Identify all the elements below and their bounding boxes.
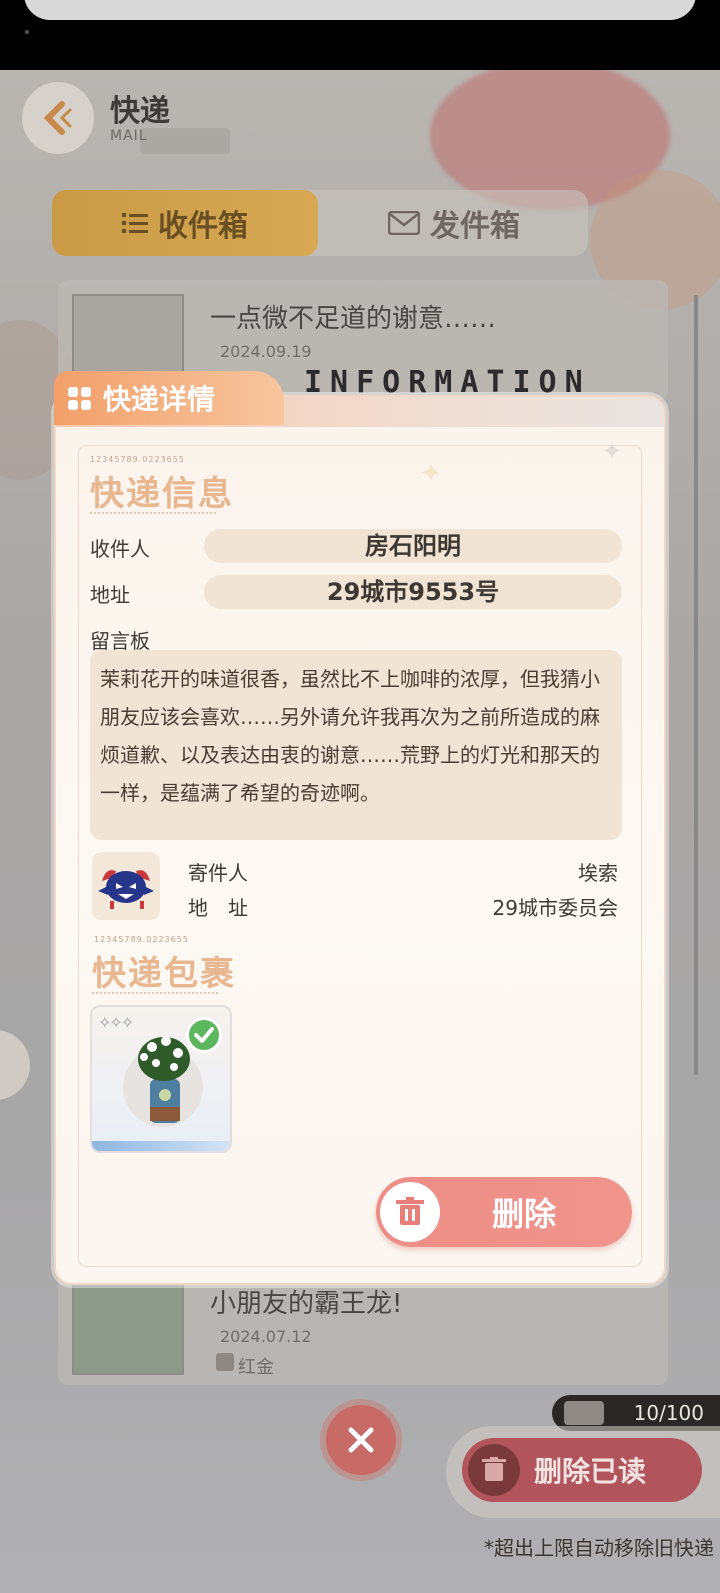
close-icon bbox=[348, 1427, 374, 1453]
delete-label: 删除 bbox=[492, 1195, 557, 1233]
recipient-value: 房石阳明 bbox=[204, 529, 622, 563]
subtitle-decor bbox=[140, 128, 230, 154]
trash-icon bbox=[380, 1182, 440, 1242]
package-section-title: 快递包裹 bbox=[92, 954, 236, 994]
tab-outbox[interactable]: 发件箱 bbox=[320, 190, 588, 256]
mailbox-icon bbox=[564, 1401, 604, 1425]
status-dot bbox=[25, 30, 29, 34]
tab-outbox-label: 发件箱 bbox=[430, 209, 520, 244]
mail-title: 小朋友的霸王龙! bbox=[210, 1289, 403, 1319]
info-section-title: 快递信息 bbox=[90, 474, 234, 514]
message-board: 茉莉花开的味道很香，虽然比不上咖啡的浓厚，但我猜小朋友应该会喜欢……另外请允许我… bbox=[90, 650, 622, 840]
trash-icon bbox=[468, 1444, 520, 1496]
close-button[interactable] bbox=[326, 1405, 396, 1475]
check-icon bbox=[186, 1017, 222, 1053]
back-arrow-icon bbox=[43, 101, 72, 135]
sender-address-value: 29城市委员会 bbox=[492, 896, 618, 920]
dialog-title: 快递详情 bbox=[103, 383, 216, 416]
dialog-title-tab: 快递详情 bbox=[54, 371, 284, 425]
mailbox-count-text: 10/100 bbox=[633, 1401, 704, 1425]
sparkle-icon: ✦ bbox=[601, 437, 623, 467]
tab-inbox[interactable]: 收件箱 bbox=[52, 190, 318, 256]
delete-read-label: 删除已读 bbox=[534, 1455, 647, 1488]
mail-date: 2024.07.12 bbox=[220, 1327, 312, 1346]
address-label: 地址 bbox=[90, 583, 130, 607]
delete-button[interactable]: 删除 bbox=[376, 1177, 632, 1247]
sparkle-icon: ✦ bbox=[420, 459, 442, 489]
sender-logo bbox=[92, 852, 160, 920]
tab-inbox-label: 收件箱 bbox=[158, 209, 248, 244]
mail-thumbnail bbox=[72, 1279, 184, 1375]
mail-sender: 红金 bbox=[238, 1357, 274, 1378]
envelope-icon bbox=[388, 211, 420, 235]
back-button[interactable] bbox=[22, 82, 94, 154]
list-icon bbox=[122, 211, 148, 235]
item-quality-strip bbox=[92, 1141, 230, 1151]
page-title: 快递 bbox=[110, 94, 170, 129]
mail-tabs: 收件箱 发件箱 bbox=[52, 190, 588, 256]
delete-read-button[interactable]: 删除已读 bbox=[462, 1438, 702, 1502]
side-handle[interactable] bbox=[0, 1030, 30, 1100]
scrollbar[interactable] bbox=[694, 295, 698, 1075]
grid-icon bbox=[68, 386, 91, 410]
mail-title: 一点微不足道的谢意…… bbox=[210, 304, 497, 334]
sender-address-label: 地 址 bbox=[188, 896, 248, 920]
section-underline bbox=[90, 512, 216, 514]
sender-value: 埃索 bbox=[578, 861, 618, 885]
demon-logo-icon bbox=[98, 870, 154, 909]
mail-date: 2024.09.19 bbox=[220, 342, 312, 361]
recipient-label: 收件人 bbox=[90, 537, 150, 561]
capacity-note: *超出上限自动移除旧快递 bbox=[484, 1536, 714, 1560]
page-subtitle: MAIL bbox=[110, 128, 148, 144]
sender-icon bbox=[216, 1353, 234, 1371]
package-item[interactable]: ✧✧✧ bbox=[90, 1005, 232, 1153]
notification-sheet[interactable] bbox=[24, 0, 696, 20]
barcode-text: 12345789.0223655 bbox=[90, 455, 185, 464]
dialog-watermark: INFORMATION bbox=[304, 365, 591, 400]
section-underline bbox=[92, 992, 218, 994]
barcode-text: 12345789.0223655 bbox=[94, 935, 189, 944]
sender-label: 寄件人 bbox=[188, 861, 248, 885]
address-value: 29城市9553号 bbox=[204, 575, 622, 609]
